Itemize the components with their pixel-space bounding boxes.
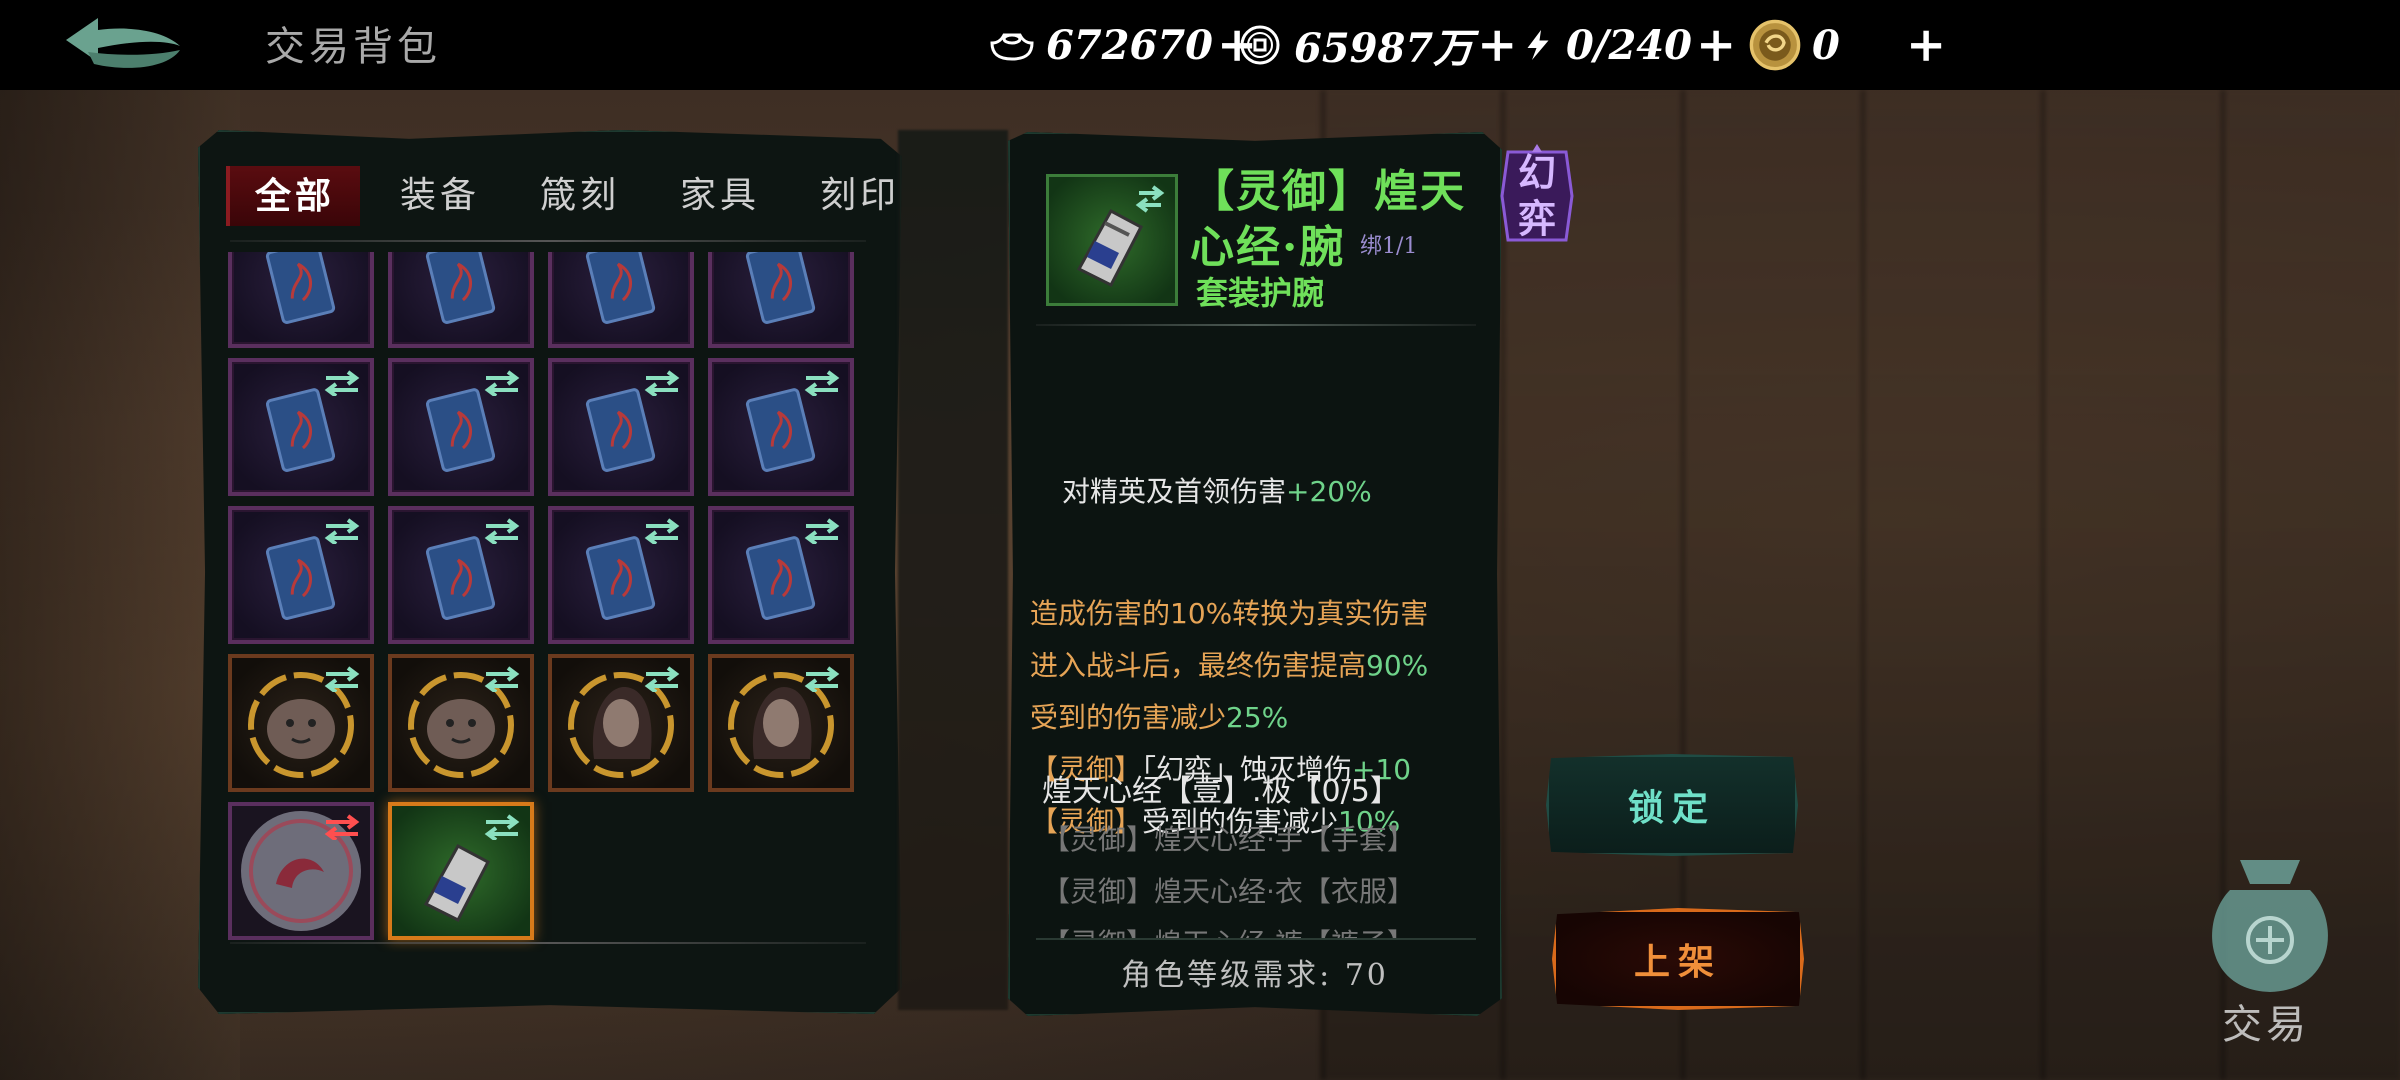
energy-value: 0/240 [1566, 21, 1692, 69]
background-middle [898, 130, 1008, 1010]
lightning-icon [1527, 30, 1549, 60]
fantasy-badge: 幻弈 [1498, 142, 1576, 250]
inventory-slot[interactable] [228, 802, 374, 940]
stat-line: 进入战斗后，最终伤害提高90% [1030, 644, 1428, 684]
set-item-clothes: 【灵御】煌天心经·衣【衣服】 [1042, 875, 1415, 908]
silver-value: 672670 [1046, 21, 1213, 69]
list-for-sale-button[interactable]: 上架 [1552, 908, 1804, 1010]
add-copper-button[interactable]: + [1477, 17, 1517, 73]
trade-arrows-icon [324, 666, 360, 692]
inventory-slot[interactable] [708, 358, 854, 496]
trade-arrows-icon [804, 518, 840, 544]
stat-line: 受到的伤害减少25% [1030, 696, 1288, 736]
bracer-icon [1076, 185, 1165, 288]
inventory-slot[interactable] [708, 252, 854, 348]
copper-coin-icon [1240, 25, 1280, 65]
silver-ingot-icon [990, 33, 1034, 61]
stat-part: 90% [1366, 649, 1429, 682]
add-gold-token-button[interactable]: + [1906, 17, 1946, 73]
gold-token-value: 0 [1812, 21, 1840, 69]
inventory-slot[interactable] [708, 654, 854, 792]
inventory-slot[interactable] [228, 654, 374, 792]
inventory-grid-viewport[interactable] [228, 252, 868, 952]
fantasy-badge-text: 幻弈 [1517, 150, 1556, 241]
trade-arrows-icon [324, 814, 360, 840]
trade-arrows-icon [804, 666, 840, 692]
trade-arrows-icon [324, 518, 360, 544]
trade-arrows-icon [484, 814, 520, 840]
set-title: 煌天心经【壹】.极【0/5】 [1042, 774, 1400, 809]
inventory-slot[interactable] [548, 252, 694, 348]
item-type: 套装护腕 [1196, 274, 1325, 312]
set-item-hands: 【灵御】煌天心经·手【手套】 [1042, 823, 1415, 856]
inventory-slot[interactable] [548, 654, 694, 792]
inventory-slot[interactable] [548, 358, 694, 496]
trade-arrows-icon [804, 370, 840, 396]
bind-count: 绑1/1 [1360, 234, 1418, 259]
inventory-slot[interactable] [228, 252, 374, 348]
trade-arrows-icon [644, 666, 680, 692]
resource-gold-token: 0 + [1748, 12, 1946, 78]
tab-engraving[interactable]: 箴刻 [510, 166, 650, 226]
inventory-tabs: 全部 装备 箴刻 家具 刻印 [226, 166, 902, 226]
stat-part: 造成伤害的10%转换为真实伤害 [1030, 597, 1429, 630]
trade-bag-icon [2212, 860, 2328, 992]
blue-card-icon [585, 252, 656, 324]
tab-equipment[interactable]: 装备 [370, 166, 510, 226]
back-button[interactable] [58, 12, 188, 78]
trade-arrows-icon [324, 370, 360, 396]
inventory-slot[interactable] [708, 506, 854, 644]
blue-card-icon [745, 252, 816, 324]
inventory-slot[interactable] [388, 358, 534, 496]
slot-item [232, 252, 370, 344]
trade-arrows-icon [644, 370, 680, 396]
stat-part: 25% [1226, 701, 1289, 734]
top-bar: 交易背包 672670 + 65987万 + 0/240 + 0 + [0, 0, 2400, 90]
inventory-slot[interactable] [388, 654, 534, 792]
copper-value: 65987万 [1294, 25, 1474, 72]
stat-part: 受到的伤害减少 [1030, 701, 1227, 734]
inventory-slot[interactable] [228, 506, 374, 644]
gold-token-icon [1749, 19, 1801, 71]
inventory-slot[interactable] [548, 506, 694, 644]
inventory-panel: 全部 装备 箴刻 家具 刻印 [198, 130, 902, 1014]
resource-energy: 0/240 + [1520, 12, 1736, 78]
add-energy-button[interactable]: + [1696, 17, 1736, 73]
page-title: 交易背包 [265, 24, 441, 70]
tab-all[interactable]: 全部 [226, 166, 360, 226]
resource-silver: 672670 + [988, 12, 1257, 78]
slot-item [712, 252, 850, 344]
trade-arrows-icon [484, 666, 520, 692]
blue-card-icon [265, 252, 336, 324]
trade-shortcut-label: 交易 [2222, 1002, 2310, 1048]
stat-line: 造成伤害的10%转换为真实伤害 [1030, 592, 1428, 632]
item-detail-icon [1046, 174, 1178, 306]
stat-part: 进入战斗后，最终伤害提高 [1030, 649, 1367, 682]
trade-arrows-icon [644, 518, 680, 544]
stat-part: +20% [1286, 475, 1372, 508]
item-name: 【灵御】煌天心经·腕 [1190, 166, 1466, 273]
tab-furniture[interactable]: 家具 [650, 166, 790, 226]
inventory-slot[interactable] [228, 358, 374, 496]
slot-item [552, 252, 690, 344]
trade-arrows-icon [484, 518, 520, 544]
level-requirement: 角色等级需求: 70 [1121, 958, 1389, 993]
requirement-divider [1036, 938, 1476, 940]
slot-item [392, 252, 530, 344]
resource-copper: 65987万 + [1236, 12, 1517, 78]
inventory-slot[interactable] [388, 252, 534, 348]
back-arrow-icon [66, 18, 180, 68]
item-detail-panel: 【灵御】煌天心经·腕 绑1/1 套装护腕 对精英及首领伤害+20% 造成伤害的10… [1008, 132, 1502, 1016]
inventory-grid [228, 252, 854, 940]
lock-button[interactable]: 锁定 [1546, 754, 1798, 856]
tab-divider [230, 240, 866, 242]
stat-part: 对精英及首领伤害 [1062, 475, 1287, 508]
stat-line: 对精英及首领伤害+20% [1062, 470, 1372, 510]
trade-arrows-icon [484, 370, 520, 396]
grid-divider [230, 942, 866, 944]
blue-card-icon [425, 252, 496, 324]
detail-divider [1036, 324, 1476, 326]
inventory-slot[interactable] [388, 506, 534, 644]
inventory-slot[interactable] [388, 802, 534, 940]
